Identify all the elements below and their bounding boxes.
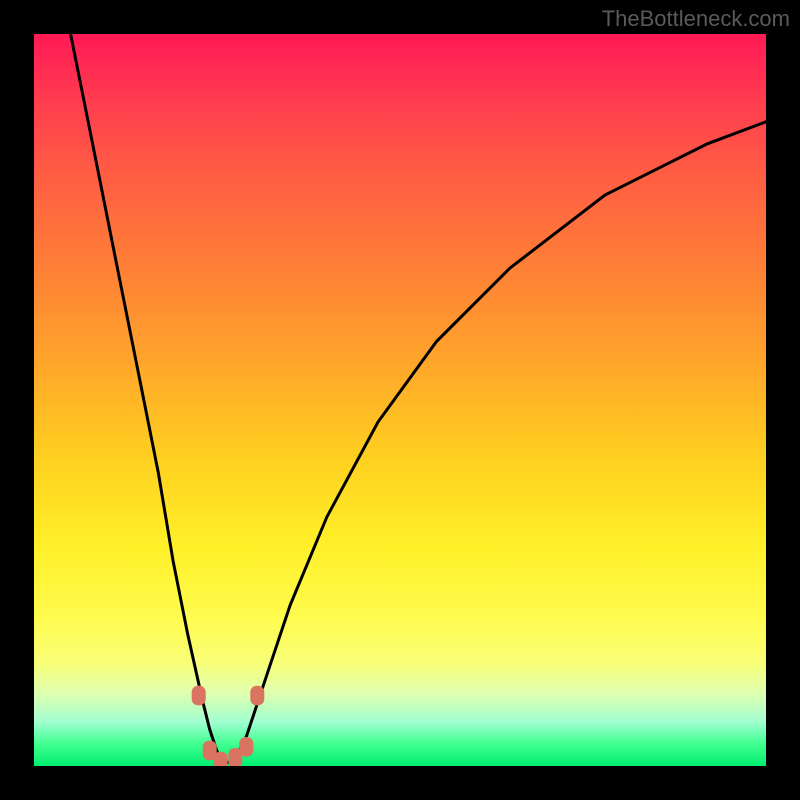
marker-group <box>192 686 265 766</box>
chart-svg <box>34 34 766 766</box>
plot-area <box>34 34 766 766</box>
curve-marker <box>250 686 264 706</box>
curve-marker <box>239 737 253 757</box>
bottleneck-curve <box>71 34 766 762</box>
curve-marker <box>214 752 228 766</box>
curve-marker <box>192 686 206 706</box>
watermark-text: TheBottleneck.com <box>602 6 790 32</box>
